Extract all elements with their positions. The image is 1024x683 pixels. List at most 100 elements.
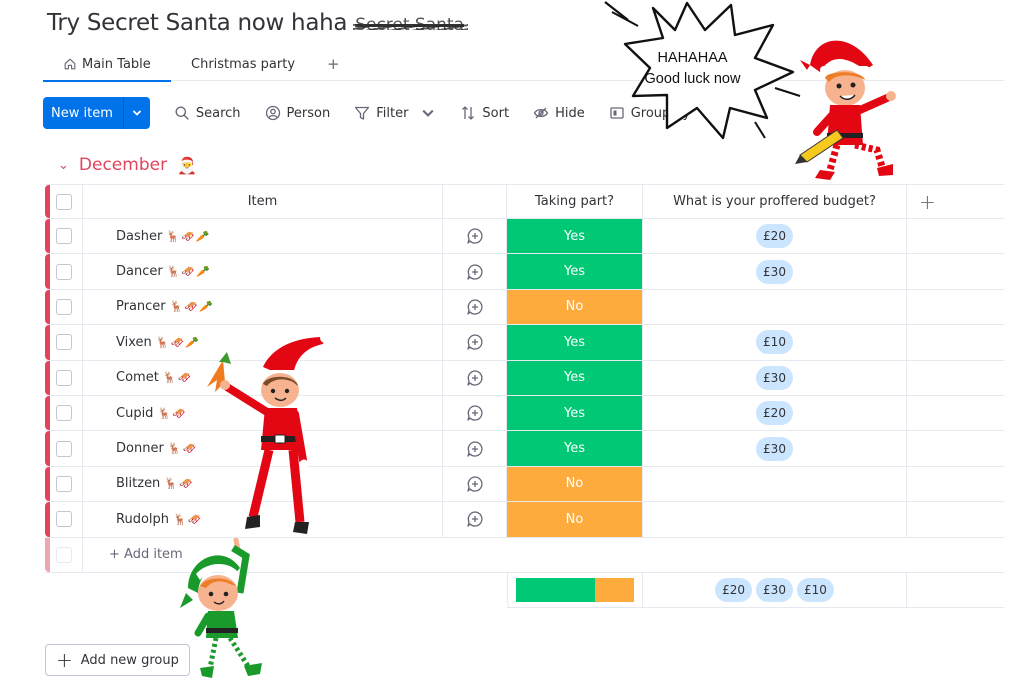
row-checkbox[interactable] (55, 334, 72, 351)
status-cell[interactable]: Yes (507, 325, 643, 360)
new-item-button[interactable]: New item (43, 97, 150, 129)
table-row: Vixen 🦌🛷🥕 Yes £10 (45, 325, 1004, 361)
search-icon (175, 106, 189, 120)
filter-button[interactable]: Filter (354, 105, 436, 121)
status-cell[interactable]: Yes (507, 254, 643, 289)
group-color-bar (45, 185, 50, 218)
add-update-chat-icon (466, 370, 483, 386)
table-row: Comet 🦌🛷 Yes £30 (45, 360, 1004, 396)
group-table: Item Taking part? What is your proffered… (45, 184, 1004, 573)
add-update-button[interactable] (443, 502, 507, 537)
add-update-button[interactable] (443, 466, 507, 502)
item-name: Vixen (116, 334, 152, 350)
item-emoji: 🦌🛷 (173, 512, 203, 526)
add-update-button[interactable] (443, 431, 507, 466)
item-emoji: 🦌🛷 (164, 477, 194, 491)
board-toolbar: New item Search Person Filter Sort Hide … (43, 97, 690, 129)
item-emoji: 🦌🛷🥕 (166, 229, 211, 243)
status-no-segment (594, 578, 634, 602)
person-icon (265, 105, 280, 121)
row-checkbox[interactable] (55, 228, 72, 245)
item-name-cell[interactable]: Dancer 🦌🛷🥕 (83, 254, 443, 289)
table-row: Rudolph 🦌🛷 No (45, 502, 1004, 538)
tab-christmas-party[interactable]: Christmas party (171, 48, 315, 81)
status-label: No (565, 476, 584, 492)
add-update-button[interactable] (443, 360, 507, 395)
status-cell[interactable]: Yes (507, 395, 643, 431)
collapse-group-chevron-icon[interactable]: ⌄ (58, 158, 69, 173)
add-new-group-button[interactable]: + Add new group (45, 644, 190, 676)
add-column-button[interactable]: + (907, 185, 1004, 218)
sort-icon (462, 106, 475, 120)
chevron-down-icon[interactable] (420, 105, 436, 121)
add-update-chat-icon (466, 334, 483, 351)
add-update-button[interactable] (443, 325, 507, 360)
add-update-button[interactable] (443, 289, 507, 325)
board-title[interactable]: Try Secret Santa now haha (47, 10, 347, 36)
search-button[interactable]: Search (174, 105, 241, 121)
empty-cell (907, 290, 1004, 324)
group-color-bar (45, 254, 50, 289)
person-filter-button[interactable]: Person (265, 105, 330, 121)
filter-label: Filter (376, 105, 409, 121)
item-name: Cupid (116, 405, 154, 421)
add-update-chat-icon (466, 476, 483, 492)
empty-cell (907, 396, 1004, 430)
budget-cell[interactable]: £30 (643, 254, 907, 289)
add-update-chat-icon (466, 228, 483, 244)
group-color-bar (45, 395, 50, 431)
row-checkbox[interactable] (55, 475, 72, 492)
budget-cell[interactable]: £10 (643, 325, 907, 360)
status-cell[interactable]: No (507, 502, 643, 537)
tab-label: Christmas party (191, 56, 296, 72)
eye-off-icon (533, 107, 549, 119)
add-update-button[interactable] (443, 254, 507, 289)
group-header: ⌄ December 🎅 (58, 152, 197, 178)
status-summary (507, 573, 643, 607)
item-name: Prancer (116, 299, 166, 315)
new-item-dropdown[interactable] (124, 97, 150, 129)
item-emoji: 🦌🛷 (157, 406, 187, 420)
row-checkbox[interactable] (55, 405, 72, 422)
budget-cell[interactable]: £30 (643, 360, 907, 395)
row-checkbox[interactable] (55, 263, 72, 280)
row-checkbox[interactable] (55, 511, 72, 528)
hide-button[interactable]: Hide (533, 105, 585, 121)
budget-cell[interactable]: £30 (643, 431, 907, 466)
tab-main-table[interactable]: Main Table (43, 48, 171, 82)
sort-button[interactable]: Sort (460, 105, 509, 121)
budget-cell[interactable]: £20 (643, 219, 907, 254)
row-checkbox[interactable] (55, 298, 72, 315)
struck-out-title: Secret Santa (353, 15, 468, 35)
item-name-cell[interactable]: Prancer 🦌🛷🥕 (83, 289, 443, 325)
budget-pill: £30 (756, 365, 793, 390)
select-all-checkbox[interactable] (55, 193, 72, 210)
budget-pill: £20 (756, 224, 793, 249)
status-cell[interactable]: No (507, 466, 643, 502)
column-header-budget[interactable]: What is your proffered budget? (643, 185, 907, 218)
hide-label: Hide (555, 105, 585, 121)
status-cell[interactable]: Yes (507, 360, 643, 395)
table-row: Donner 🦌🛷 Yes £30 (45, 431, 1004, 467)
column-header-status[interactable]: Taking part? (507, 185, 643, 218)
row-checkbox[interactable] (55, 369, 72, 386)
status-label: Yes (564, 334, 585, 350)
add-view-button[interactable]: + (315, 55, 352, 73)
budget-cell[interactable] (643, 502, 907, 537)
budget-cell[interactable] (643, 289, 907, 325)
budget-cell[interactable] (643, 466, 907, 502)
item-name-cell[interactable]: Dasher 🦌🛷🥕 (83, 219, 443, 254)
add-update-button[interactable] (443, 395, 507, 431)
new-item-label[interactable]: New item (43, 97, 124, 129)
budget-cell[interactable]: £20 (643, 395, 907, 431)
row-checkbox[interactable] (55, 440, 72, 457)
status-cell[interactable]: Yes (507, 431, 643, 466)
table-row: Blitzen 🦌🛷 No (45, 466, 1004, 503)
column-header-item[interactable]: Item (83, 185, 443, 218)
add-update-button[interactable] (443, 219, 507, 254)
status-cell[interactable]: No (507, 289, 643, 325)
group-color-bar (45, 431, 50, 466)
group-title[interactable]: December (79, 155, 167, 175)
item-emoji: 🦌🛷🥕 (166, 265, 211, 279)
status-cell[interactable]: Yes (507, 219, 643, 254)
